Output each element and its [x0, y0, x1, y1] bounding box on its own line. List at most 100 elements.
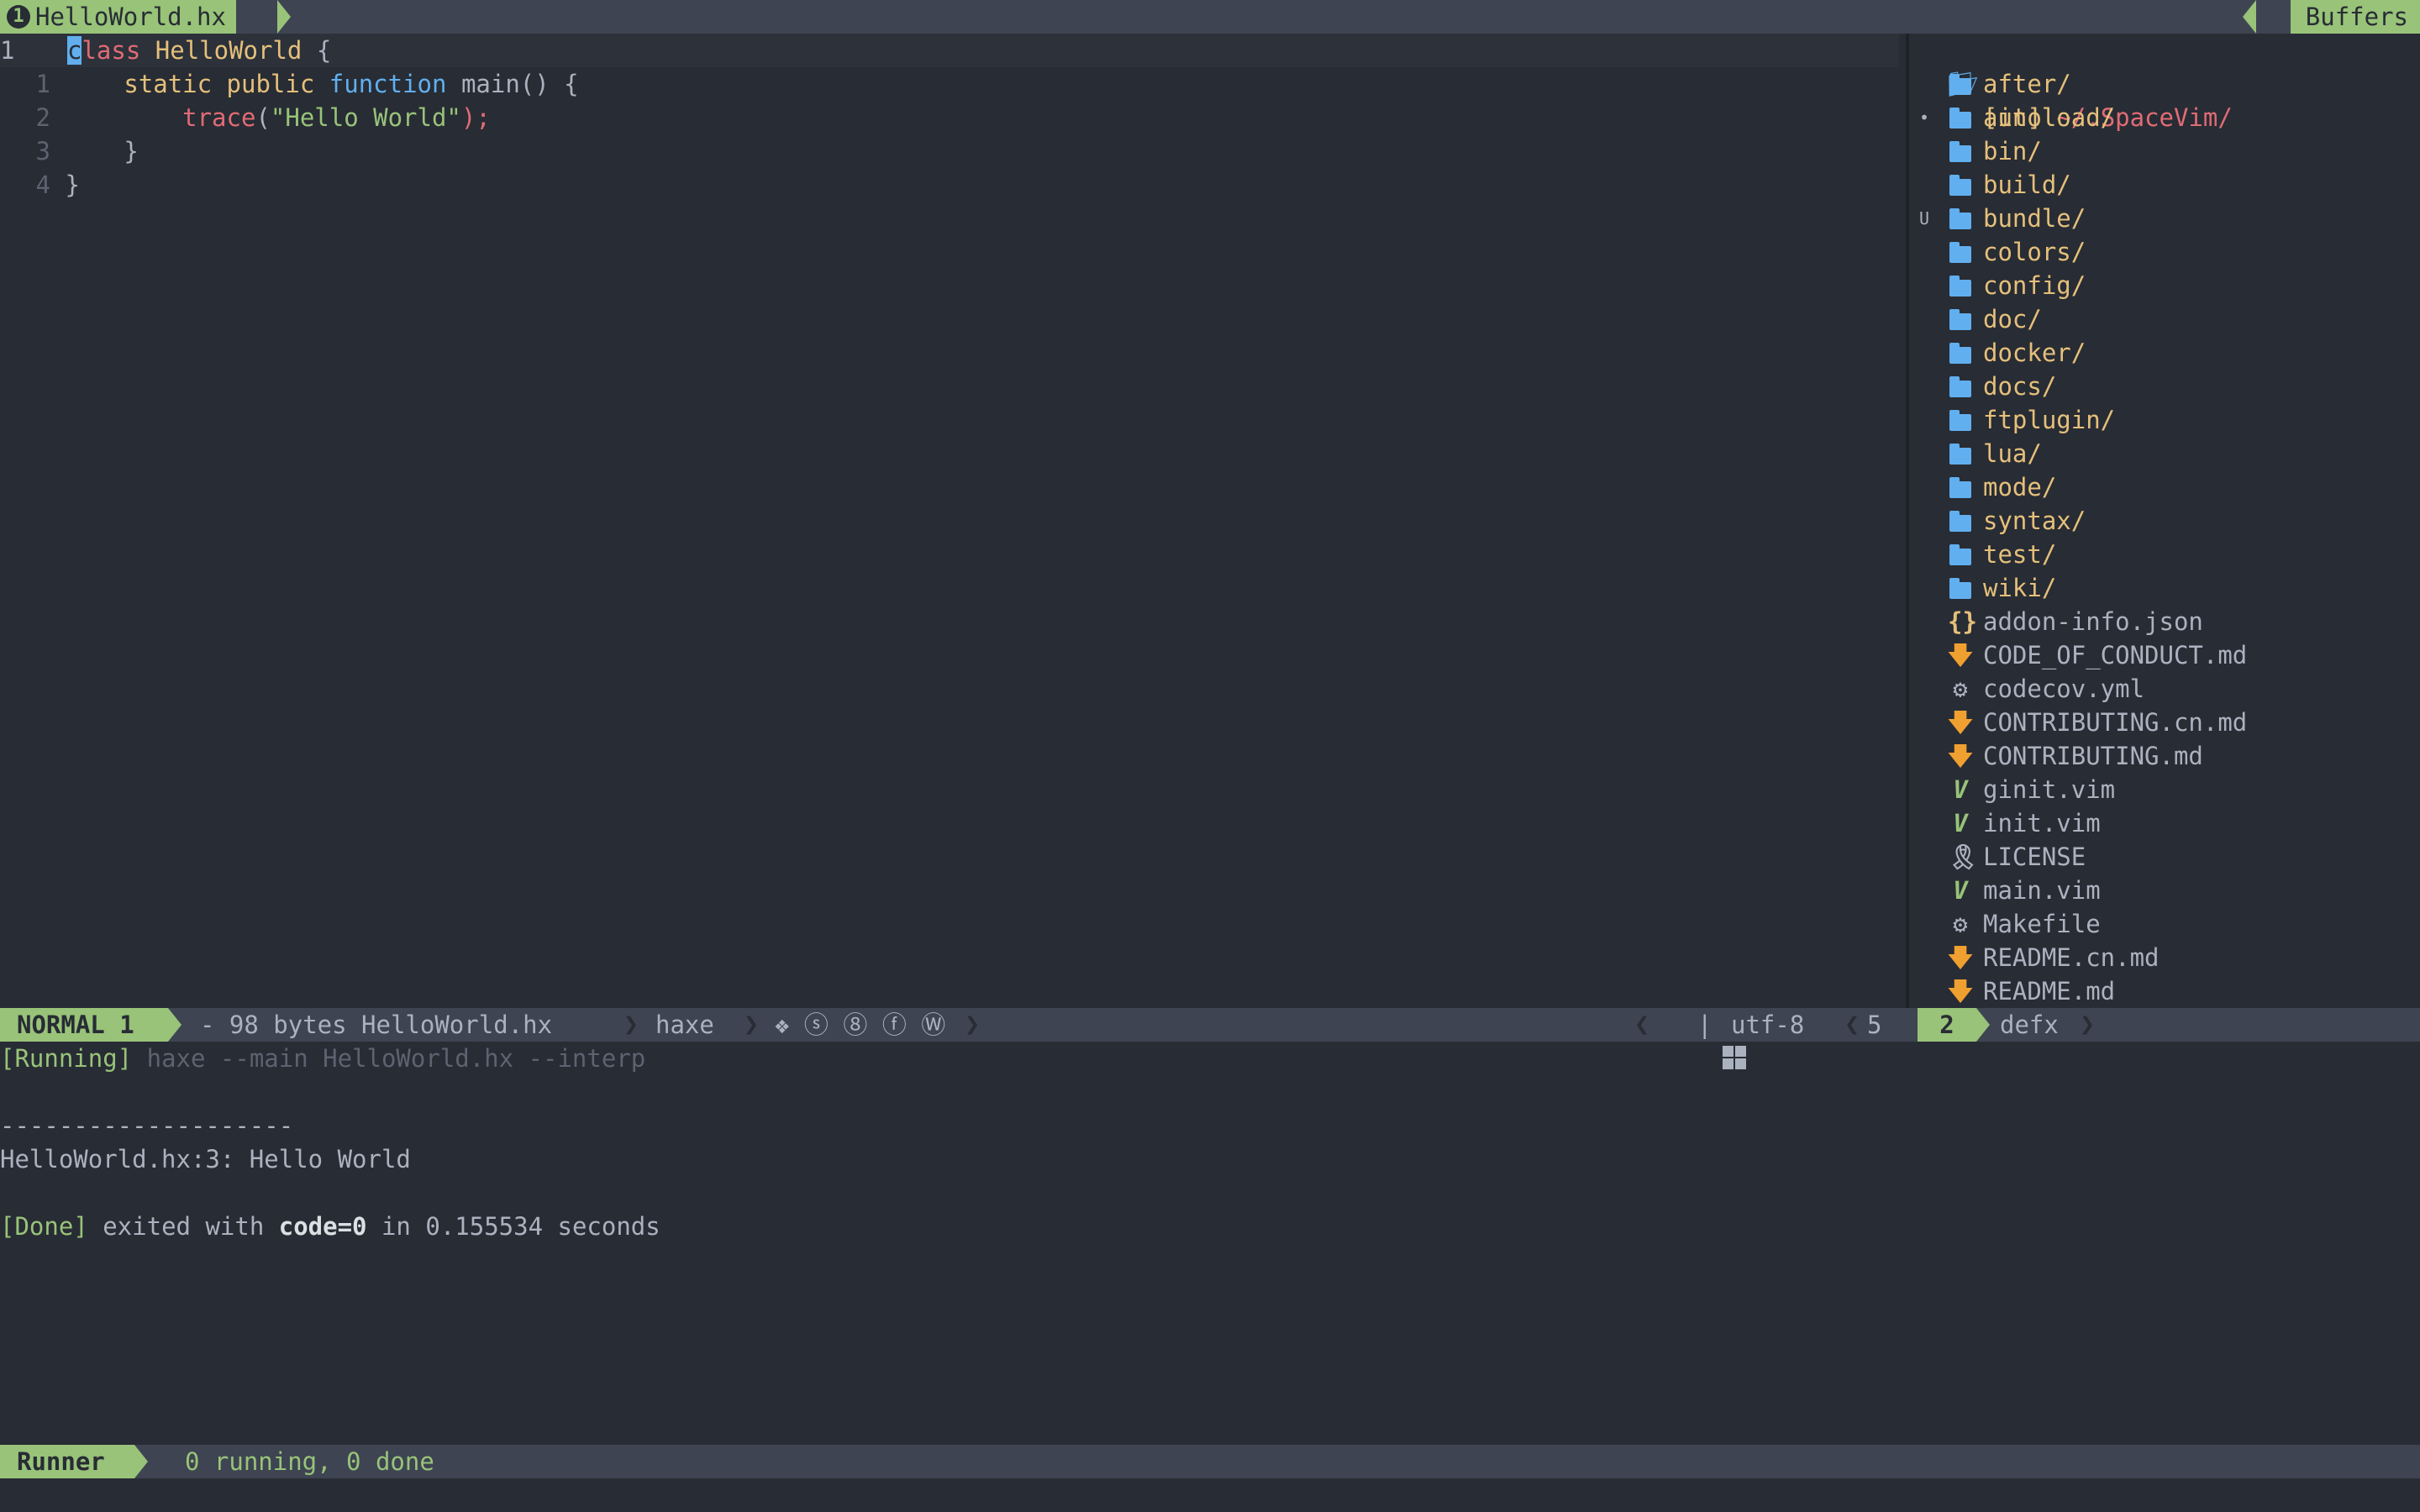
brace: { [302, 36, 332, 65]
tree-item[interactable]: ⚙ Makefile [1916, 907, 2420, 941]
folder-icon [1948, 370, 1973, 403]
vim-icon: V [1953, 876, 1968, 905]
folder-icon [1948, 571, 1973, 605]
json-icon: {} [1948, 607, 1977, 636]
tree-item[interactable]: Vginit.vim [1916, 773, 2420, 806]
tree-item[interactable]: {} addon-info.json [1916, 605, 2420, 638]
line-number: 4 [35, 171, 50, 199]
tree-item-name: README.md [1983, 977, 2116, 1005]
buffers-arrow [2243, 0, 2256, 34]
folder-icon [1948, 202, 1973, 235]
buffers-label[interactable]: Buffers [2290, 0, 2420, 34]
tab-title: HelloWorld.hx [35, 3, 226, 31]
tree-item[interactable]: • autoload/ [1916, 101, 2420, 134]
folder-icon [1948, 538, 1973, 571]
tree-item-name: CONTRIBUTING.cn.md [1983, 708, 2248, 737]
license-icon: 🎗︎ [1948, 843, 1979, 871]
tree-name: defx [2000, 1011, 2059, 1039]
tree-item[interactable]: Ubundle/ [1916, 202, 2420, 235]
window-separator[interactable] [1906, 34, 1909, 1008]
tree-item[interactable]: after/ [1916, 67, 2420, 101]
tree-item-name: autoload/ [1983, 103, 2116, 132]
file-tree[interactable]: 📂︎ [in] ~/.SpaceVim/ after/ • autoload/bin… [1916, 34, 2420, 1008]
tree-item[interactable]: test/ [1916, 538, 2420, 571]
tree-root[interactable]: 📂︎ [in] ~/.SpaceVim/ [1916, 34, 2420, 132]
tree-items: after/ • autoload/bin/build/Ubundle/colors… [1916, 67, 2420, 1008]
tree-item-name: addon-info.json [1983, 607, 2203, 636]
folder-icon [1948, 269, 1973, 302]
separator-arrow: ❯ [744, 1010, 760, 1039]
tree-item[interactable]: syntax/ [1916, 504, 2420, 538]
tree-item[interactable]: Vinit.vim [1916, 806, 2420, 840]
tree-item[interactable]: bin/ [1916, 134, 2420, 168]
folder-icon [1948, 403, 1973, 437]
code-editor[interactable]: 1 class HelloWorld { 1 static public func… [0, 34, 1903, 1008]
tab-arrow [277, 0, 291, 34]
separator-arrow: ❮ [1634, 1010, 1650, 1039]
tree-item-name: init.vim [1983, 809, 2101, 837]
tree-item[interactable]: 🡇 CODE_OF_CONDUCT.md [1916, 638, 2420, 672]
tree-item[interactable]: lua/ [1916, 437, 2420, 470]
tab-hello-world[interactable]: 1 HelloWorld.hx [0, 0, 236, 34]
line-number: 1 [35, 70, 50, 98]
tree-item[interactable]: doc/ [1916, 302, 2420, 336]
tree-item-name: main.vim [1983, 876, 2101, 905]
tree-item[interactable]: config/ [1916, 269, 2420, 302]
markdown-icon: 🡇 [1948, 943, 1973, 972]
tree-item[interactable]: build/ [1916, 168, 2420, 202]
folder-icon [1948, 302, 1973, 336]
folder-icon [1948, 504, 1973, 538]
runner-label: Runner [0, 1445, 134, 1478]
tree-item-name: mode/ [1983, 473, 2057, 501]
class-name: HelloWorld [155, 36, 302, 65]
tree-item-name: bin/ [1983, 137, 2042, 165]
tree-item[interactable]: 🡇 README.md [1916, 974, 2420, 1008]
code-line: 1 static public function main() { [0, 67, 1903, 101]
tree-item[interactable]: 🎗︎ LICENSE [1916, 840, 2420, 874]
tree-item[interactable]: 🡇 CONTRIBUTING.cn.md [1916, 706, 2420, 739]
markdown-icon: 🡇 [1948, 977, 1973, 1005]
filetype: haxe [655, 1011, 714, 1039]
tree-item[interactable]: colors/ [1916, 235, 2420, 269]
tree-item-name: README.cn.md [1983, 943, 2160, 972]
runner-command-line: [Running] haxe --main HelloWorld.hx --in… [0, 1042, 2420, 1075]
exit-code: code=0 [278, 1212, 367, 1241]
tree-item[interactable]: mode/ [1916, 470, 2420, 504]
runner-output[interactable]: [Running] haxe --main HelloWorld.hx --in… [0, 1042, 2420, 1243]
tree-item[interactable]: 🡇 CONTRIBUTING.md [1916, 739, 2420, 773]
tree-item-name: after/ [1983, 70, 2071, 98]
keyword-public: public [226, 70, 315, 98]
done-line: [Done] exited with code=0 in 0.155534 se… [0, 1210, 2420, 1243]
tree-item[interactable]: ⚙ codecov.yml [1916, 672, 2420, 706]
program-output: HelloWorld.hx:3: Hello World [0, 1145, 411, 1173]
keyword-function: function [329, 70, 447, 98]
tree-item[interactable]: docs/ [1916, 370, 2420, 403]
line-number: 3 [35, 137, 50, 165]
line-number: 2 [35, 103, 50, 132]
runner-summary: 0 running, 0 done [185, 1447, 434, 1476]
os-separator: | [1697, 1011, 1712, 1039]
file-info: - 98 bytes HelloWorld.hx [200, 1011, 553, 1039]
gear-icon: ⚙ [1953, 910, 1968, 938]
folder-icon [1948, 101, 1973, 134]
output-separator: -------------------- [0, 1111, 294, 1140]
string-literal: "Hello World" [270, 103, 461, 132]
tree-item[interactable]: wiki/ [1916, 571, 2420, 605]
tree-item-name: bundle/ [1983, 204, 2086, 233]
tree-item[interactable]: Vmain.vim [1916, 874, 2420, 907]
done-tag: [Done] [0, 1212, 88, 1241]
tree-item[interactable]: ftplugin/ [1916, 403, 2420, 437]
code-line: 2 trace("Hello World"); [0, 101, 1903, 134]
tree-item[interactable]: 🡇 README.cn.md [1916, 941, 2420, 974]
tree-item-name: config/ [1983, 271, 2086, 300]
paren-semicolon: ); [460, 103, 491, 132]
brace: } [65, 171, 80, 199]
code-line: 3 } [0, 134, 1903, 168]
tree-item-name: syntax/ [1983, 507, 2086, 535]
tree-item-name: doc/ [1983, 305, 2042, 333]
folder-icon [1948, 134, 1973, 168]
code-line: 1 class HelloWorld { [0, 34, 1903, 67]
done-text: exited with [87, 1212, 279, 1241]
tree-item[interactable]: docker/ [1916, 336, 2420, 370]
